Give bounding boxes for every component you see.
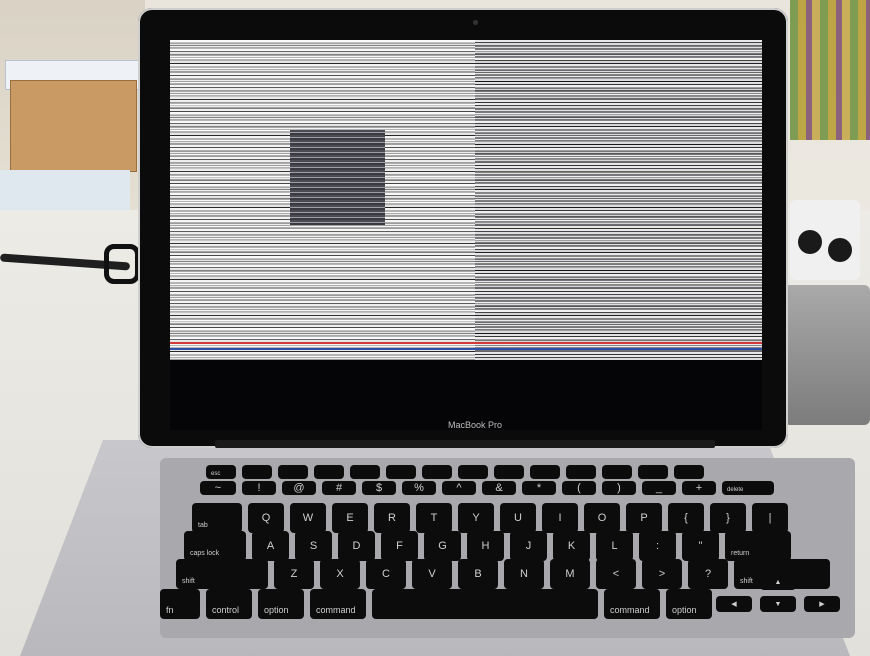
power-strip [790, 200, 860, 280]
plug [798, 230, 822, 254]
key-a[interactable]: A [252, 531, 289, 561]
key-symbol[interactable]: _ [642, 481, 676, 495]
key-i[interactable]: I [542, 503, 578, 533]
key-l[interactable]: L [596, 531, 633, 561]
key-blank[interactable] [530, 465, 560, 479]
key-b[interactable]: B [458, 559, 498, 589]
key-blank[interactable] [386, 465, 416, 479]
cable-clip [104, 244, 140, 284]
key-blank[interactable] [458, 465, 488, 479]
key-symbol[interactable]: < [596, 559, 636, 589]
key-tab[interactable]: tab [192, 503, 242, 533]
key-symbol[interactable]: % [402, 481, 436, 495]
key-blank[interactable] [674, 465, 704, 479]
patterned-fabric [790, 0, 870, 140]
key-t[interactable]: T [416, 503, 452, 533]
key-option[interactable]: option [666, 589, 712, 619]
key-j[interactable]: J [510, 531, 547, 561]
key-z[interactable]: Z [274, 559, 314, 589]
key-symbol[interactable]: $ [362, 481, 396, 495]
key-symbol[interactable]: # [322, 481, 356, 495]
key-m[interactable]: M [550, 559, 590, 589]
down-arrow-key[interactable]: ▼ [760, 596, 796, 612]
key-symbol[interactable]: ^ [442, 481, 476, 495]
screen-right-pane [475, 40, 762, 360]
key-x[interactable]: X [320, 559, 360, 589]
blue-artifact-line [170, 348, 762, 350]
key-blank[interactable] [494, 465, 524, 479]
key-h[interactable]: H [467, 531, 504, 561]
key-r[interactable]: R [374, 503, 410, 533]
key-command[interactable]: command [310, 589, 366, 619]
key-symbol[interactable]: * [522, 481, 556, 495]
right-arrow-key[interactable]: ▶ [804, 596, 840, 612]
key-symbol[interactable]: & [482, 481, 516, 495]
key-shift[interactable]: shift [176, 559, 268, 589]
key-p[interactable]: P [626, 503, 662, 533]
left-arrow-key[interactable]: ◀ [716, 596, 752, 612]
key-g[interactable]: G [424, 531, 461, 561]
hinge [215, 440, 715, 448]
key-delete[interactable]: delete [722, 481, 774, 495]
key-blank[interactable] [314, 465, 344, 479]
key-k[interactable]: K [553, 531, 590, 561]
glitched-screen [170, 40, 762, 360]
cardboard-box [10, 80, 137, 172]
key-d[interactable]: D [338, 531, 375, 561]
key-symbol[interactable]: : [639, 531, 676, 561]
key-symbol[interactable]: ( [562, 481, 596, 495]
second-laptop [784, 285, 870, 425]
key-blank[interactable] [422, 465, 452, 479]
key-blank[interactable] [372, 589, 598, 619]
plug [828, 238, 852, 262]
key-fn[interactable]: fn [160, 589, 200, 619]
key-symbol[interactable]: " [682, 531, 719, 561]
laptop-logo: MacBook Pro [447, 420, 503, 430]
key-blank[interactable] [602, 465, 632, 479]
key-control[interactable]: control [206, 589, 252, 619]
key-option[interactable]: option [258, 589, 304, 619]
key-blank[interactable] [638, 465, 668, 479]
key-w[interactable]: W [290, 503, 326, 533]
key-symbol[interactable]: } [710, 503, 746, 533]
key-symbol[interactable]: { [668, 503, 704, 533]
key-s[interactable]: S [295, 531, 332, 561]
key-c[interactable]: C [366, 559, 406, 589]
screen-window [290, 130, 385, 225]
key-esc[interactable]: esc [206, 465, 236, 479]
key-f[interactable]: F [381, 531, 418, 561]
key-symbol[interactable]: ! [242, 481, 276, 495]
key-y[interactable]: Y [458, 503, 494, 533]
key-blank[interactable] [350, 465, 380, 479]
key-blank[interactable] [278, 465, 308, 479]
plastic-bag [0, 170, 130, 215]
key-symbol[interactable]: + [682, 481, 716, 495]
key-symbol[interactable]: @ [282, 481, 316, 495]
key-symbol[interactable]: ~ [200, 481, 236, 495]
arrow-keys[interactable]: ◀ ▲ ▼ ▶ [716, 574, 848, 614]
key-u[interactable]: U [500, 503, 536, 533]
key-blank[interactable] [242, 465, 272, 479]
key-symbol[interactable]: > [642, 559, 682, 589]
key-symbol[interactable]: | [752, 503, 788, 533]
up-arrow-key[interactable]: ▲ [760, 574, 796, 590]
key-e[interactable]: E [332, 503, 368, 533]
key-q[interactable]: Q [248, 503, 284, 533]
key-v[interactable]: V [412, 559, 452, 589]
red-artifact-line [170, 342, 762, 344]
key-symbol[interactable]: ) [602, 481, 636, 495]
key-n[interactable]: N [504, 559, 544, 589]
key-command[interactable]: command [604, 589, 660, 619]
key-return[interactable]: return [725, 531, 791, 561]
key-capslock[interactable]: caps lock [184, 531, 246, 561]
key-o[interactable]: O [584, 503, 620, 533]
webcam [473, 20, 478, 25]
photo-scene: MacBook Pro esc ~! @ # $% ^ & * () _ + delete tab Q… [0, 0, 870, 656]
key-blank[interactable] [566, 465, 596, 479]
